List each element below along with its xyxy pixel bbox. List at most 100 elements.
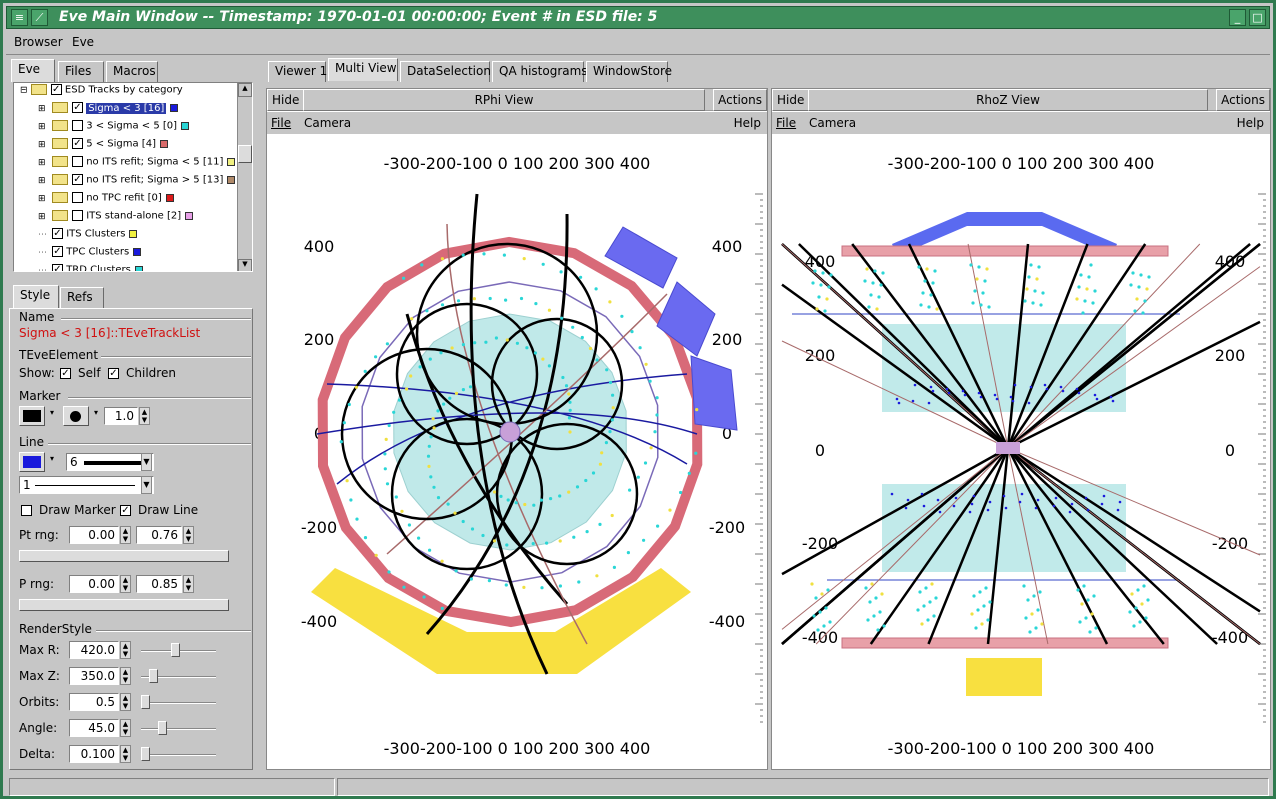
pt-max-input[interactable]: 0.76 — [136, 526, 182, 544]
help-menu[interactable]: Help — [734, 116, 761, 130]
hide-button[interactable]: Hide — [772, 89, 810, 111]
help-menu[interactable]: Help — [1237, 116, 1264, 130]
gl-canvas[interactable]: -300-200-100 0 100 200 300 400 -300-200-1… — [267, 134, 767, 770]
marker-size-stepper[interactable]: ▲ ▼ — [139, 407, 150, 425]
visibility-checkbox[interactable]: ✓ — [72, 174, 83, 185]
viewer-title[interactable]: RhoZ View — [808, 89, 1208, 111]
expand-icon[interactable]: ⊞ — [38, 176, 52, 186]
visibility-checkbox[interactable]: ✓ — [52, 246, 63, 257]
angle-stepper[interactable]: ▲ ▼ — [120, 719, 131, 737]
track-list-item[interactable]: ⊞ no TPC refit [0] — [38, 192, 174, 210]
p-min-stepper[interactable]: ▲ ▼ — [120, 575, 131, 593]
scroll-up-icon[interactable]: ▲ — [238, 83, 252, 97]
file-menu[interactable]: File — [271, 116, 291, 130]
max-r-stepper[interactable]: ▲ ▼ — [120, 641, 131, 659]
cluster-list-item[interactable]: ⋯ ✓ ITS Clusters — [38, 228, 138, 246]
chevron-down-icon[interactable]: ▼ — [141, 453, 152, 471]
track-list-item[interactable]: ⊞ ✓ no ITS refit; Sigma > 5 [13] — [38, 174, 236, 192]
marker-style-button[interactable] — [63, 406, 89, 426]
cluster-list-item[interactable]: ⋯ ✓ TRD Clusters — [38, 264, 143, 271]
visibility-checkbox[interactable] — [72, 210, 83, 221]
camera-menu[interactable]: Camera — [809, 116, 856, 130]
delta-stepper[interactable]: ▲ ▼ — [120, 745, 131, 763]
rhoz-viewer[interactable]: Hide RhoZ View Actions File Camera Help -300-2… — [771, 88, 1271, 770]
expand-icon[interactable]: ⊞ — [38, 212, 52, 222]
marker-size-input[interactable]: 1.0 — [104, 407, 138, 425]
tab-files[interactable]: Files — [58, 61, 104, 82]
expand-icon[interactable]: ⊞ — [38, 140, 52, 150]
draw-line-checkbox[interactable]: ✓ — [120, 505, 131, 516]
chevron-down-icon[interactable]: ▾ — [50, 408, 54, 417]
scroll-down-icon[interactable]: ▼ — [238, 259, 252, 271]
tab-qa-histograms[interactable]: QA histograms — [492, 61, 588, 82]
marker-color-button[interactable] — [19, 406, 45, 426]
self-checkbox[interactable]: ✓ — [60, 368, 71, 379]
pt-max-stepper[interactable]: ▲ ▼ — [183, 526, 194, 544]
orbits-slider[interactable] — [141, 702, 216, 704]
expand-icon[interactable]: ⊞ — [38, 104, 52, 114]
track-list-item[interactable]: ⊞ no ITS refit; Sigma < 5 [11] — [38, 156, 236, 174]
camera-menu[interactable]: Camera — [304, 116, 351, 130]
max-r-input[interactable]: 420.0 — [69, 641, 119, 659]
track-list-item[interactable]: ⊞ ✓ 5 < Sigma [4] — [38, 138, 168, 156]
gl-canvas[interactable]: -300-200-100 0 100 200 300 400 -300-200-1… — [772, 134, 1270, 770]
chevron-down-icon[interactable]: ▾ — [94, 408, 98, 417]
pt-range-slider[interactable] — [19, 550, 229, 562]
tab-refs[interactable]: Refs — [60, 287, 104, 308]
p-max-input[interactable]: 0.85 — [136, 575, 182, 593]
track-list-item[interactable]: ⊞ 3 < Sigma < 5 [0] — [38, 120, 190, 138]
line-style-select[interactable]: 1 — [19, 476, 154, 494]
hide-button[interactable]: Hide — [267, 89, 305, 111]
line-color-button[interactable] — [19, 452, 45, 472]
tab-macros[interactable]: Macros — [106, 61, 158, 82]
cluster-list-item[interactable]: ⋯ ✓ TPC Clusters — [38, 246, 142, 264]
rphi-viewer[interactable]: Hide RPhi View Actions File Camera Help -300-2… — [266, 88, 768, 770]
tab-data-selection[interactable]: DataSelection — [400, 61, 491, 82]
draw-marker-checkbox[interactable] — [21, 505, 32, 516]
visibility-checkbox[interactable] — [72, 192, 83, 203]
children-checkbox[interactable]: ✓ — [108, 368, 119, 379]
visibility-checkbox[interactable]: ✓ — [52, 264, 63, 271]
tab-eve[interactable]: Eve — [11, 59, 55, 82]
actions-button[interactable]: Actions — [713, 89, 767, 111]
delta-slider[interactable] — [141, 754, 216, 756]
track-list-item[interactable]: ⊞ ITS stand-alone [2] — [38, 210, 194, 228]
max-z-stepper[interactable]: ▲ ▼ — [120, 667, 131, 685]
viewer-title[interactable]: RPhi View — [303, 89, 705, 111]
file-menu[interactable]: File — [776, 116, 796, 130]
angle-slider-handle[interactable] — [157, 721, 167, 735]
scroll-thumb[interactable] — [238, 145, 252, 163]
visibility-checkbox[interactable]: ✓ — [72, 102, 83, 113]
chevron-down-icon[interactable]: ▼ — [141, 476, 152, 494]
maximize-icon[interactable]: □ — [1249, 9, 1266, 26]
tree-root[interactable]: ⊟ ✓ ESD Tracks by category — [20, 84, 183, 102]
menu-browser[interactable]: Browser — [14, 35, 63, 49]
chevron-down-icon[interactable]: ▾ — [50, 454, 54, 463]
p-range-slider[interactable] — [19, 599, 229, 611]
orbits-stepper[interactable]: ▲ ▼ — [120, 693, 131, 711]
pt-min-stepper[interactable]: ▲ ▼ — [120, 526, 131, 544]
p-max-stepper[interactable]: ▲ ▼ — [183, 575, 194, 593]
expand-icon[interactable]: ⊞ — [38, 158, 52, 168]
tab-viewer-1[interactable]: Viewer 1 — [268, 61, 327, 82]
visibility-checkbox[interactable] — [72, 156, 83, 167]
expand-icon[interactable]: ⊞ — [38, 122, 52, 132]
visibility-checkbox[interactable]: ✓ — [72, 138, 83, 149]
orbits-slider-handle[interactable] — [141, 695, 150, 709]
visibility-checkbox[interactable]: ✓ — [52, 228, 63, 239]
menu-eve[interactable]: Eve — [72, 35, 94, 49]
p-min-input[interactable]: 0.00 — [69, 575, 119, 593]
angle-input[interactable]: 45.0 — [69, 719, 119, 737]
tab-window-store[interactable]: WindowStore — [586, 61, 672, 82]
delta-input[interactable]: 0.100 — [69, 745, 119, 763]
delta-slider-handle[interactable] — [141, 747, 150, 761]
title-bar[interactable]: ≡ ⟋ Eve Main Window -- Timestamp: 1970-0… — [6, 6, 1270, 29]
minimize-icon[interactable]: _ — [1229, 9, 1246, 26]
orbits-input[interactable]: 0.5 — [69, 693, 119, 711]
pt-min-input[interactable]: 0.00 — [69, 526, 119, 544]
angle-slider[interactable] — [141, 728, 216, 730]
visibility-checkbox[interactable] — [72, 120, 83, 131]
tree-scrollbar[interactable]: ▲ ▼ — [237, 83, 252, 271]
actions-button[interactable]: Actions — [1216, 89, 1270, 111]
tab-multi-view[interactable]: Multi View — [328, 58, 398, 81]
